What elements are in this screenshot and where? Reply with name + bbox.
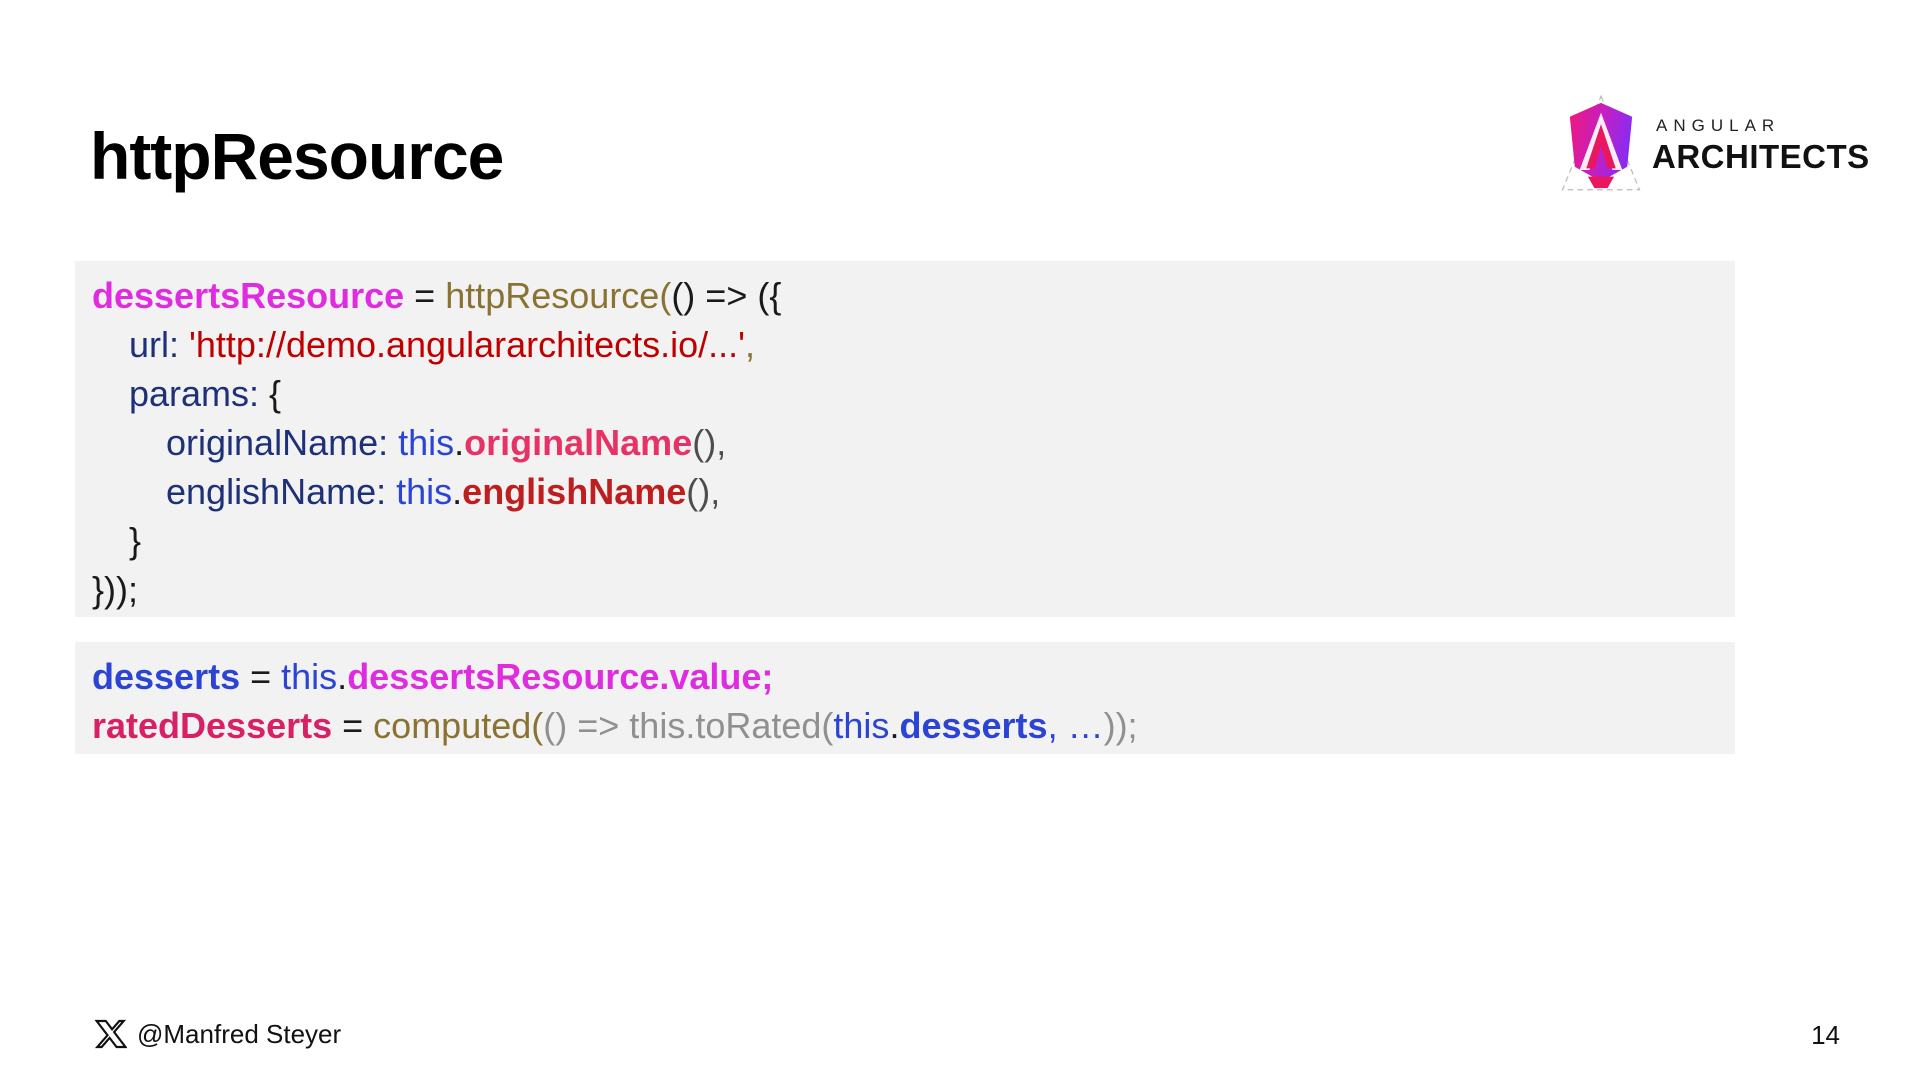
code-line: desserts = this.dessertsResource.value;	[92, 652, 1715, 701]
logo-text: ANGULAR ARCHITECTS	[1652, 110, 1870, 176]
code-token: httpResource(	[445, 275, 671, 316]
code-line: params: {	[129, 369, 1715, 418]
code-token: =	[404, 275, 445, 316]
code-token: englishName:	[166, 471, 396, 512]
code-token: originalName:	[166, 422, 398, 463]
code-token: dessertsResource	[92, 275, 404, 316]
code-token: ));	[1104, 705, 1138, 746]
code-line: }	[129, 516, 1715, 565]
code-token: this	[396, 471, 452, 512]
code-token: ratedDesserts	[92, 705, 332, 746]
code-token: .	[889, 705, 899, 746]
page-number: 14	[1811, 1020, 1840, 1051]
code-line: englishName: this.englishName(),	[166, 467, 1715, 516]
footer-social-handle: @Manfred Steyer	[95, 1018, 341, 1050]
code-token: }	[129, 520, 141, 561]
code-token: =	[332, 705, 373, 746]
code-token: url:	[129, 324, 189, 365]
x-twitter-icon	[95, 1018, 127, 1050]
code-token: desserts	[92, 656, 240, 697]
code-token: this	[833, 705, 889, 746]
code-token: }));	[92, 569, 138, 610]
code-token: computed(	[373, 705, 543, 746]
code-token: 'http://demo.angulararchitects.io/...'	[189, 324, 745, 365]
page-title: httpResource	[90, 118, 503, 194]
code-token: ,	[745, 324, 755, 365]
code-block-deriveds: desserts = this.dessertsResource.value;r…	[75, 642, 1735, 754]
code-token: params:	[129, 373, 269, 414]
angular-architects-emblem-icon	[1560, 91, 1642, 195]
code-block-dessertsresource: dessertsResource = httpResource(() => ({…	[75, 261, 1735, 617]
code-token: desserts	[899, 705, 1047, 746]
slide: httpResource ANGULAR ARCHITECTS	[0, 0, 1920, 1080]
code-token: {	[269, 373, 281, 414]
footer-handle-text: @Manfred Steyer	[137, 1019, 341, 1050]
code-line: }));	[92, 565, 1715, 614]
code-token: .	[337, 656, 347, 697]
code-token: dessertsResource.value;	[347, 656, 773, 697]
code-token: .	[452, 471, 462, 512]
code-line: dessertsResource = httpResource(() => ({	[92, 271, 1715, 320]
code-token: .	[454, 422, 464, 463]
code-token: englishName	[462, 471, 686, 512]
logo-brand-top: ANGULAR	[1656, 116, 1870, 136]
code-token: () => this.toRated(	[543, 705, 833, 746]
code-token: , …	[1048, 705, 1104, 746]
code-line: url: 'http://demo.angulararchitects.io/.…	[129, 320, 1715, 369]
code-token: =	[240, 656, 281, 697]
code-token: this	[398, 422, 454, 463]
angular-architects-logo: ANGULAR ARCHITECTS	[1560, 88, 1890, 198]
code-token: (),	[692, 422, 726, 463]
code-line: originalName: this.originalName(),	[166, 418, 1715, 467]
code-token: () => ({	[671, 275, 781, 316]
code-token: (),	[686, 471, 720, 512]
code-token: this	[281, 656, 337, 697]
code-token: originalName	[464, 422, 692, 463]
logo-brand-bottom: ARCHITECTS	[1652, 138, 1870, 176]
code-line: ratedDesserts = computed(() => this.toRa…	[92, 701, 1715, 750]
